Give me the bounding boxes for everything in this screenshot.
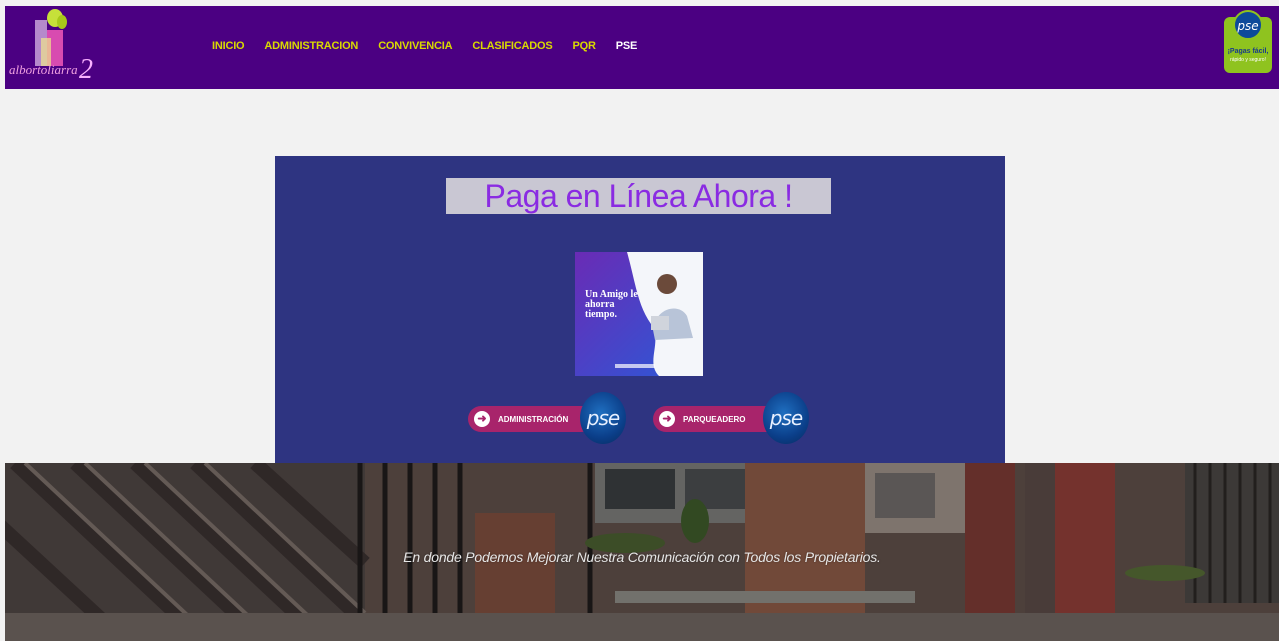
svg-text:¡Pagas fácil,: ¡Pagas fácil, xyxy=(1228,48,1269,55)
svg-text:albortoliarra: albortoliarra xyxy=(9,62,78,77)
title-box: Paga en Línea Ahora ! xyxy=(446,178,831,214)
hero-caption: En donde Podemos Mejorar Nuestra Comunic… xyxy=(403,549,881,565)
arrow-right-icon: ➜ xyxy=(659,411,675,427)
button-label: ADMINISTRACIÓN xyxy=(498,414,569,424)
nav-convivencia[interactable]: CONVIVENCIA xyxy=(378,40,452,52)
payment-panel: Paga en Línea Ahora ! Un Amigo le ahorra… xyxy=(275,156,1005,463)
hero-banner: En donde Podemos Mejorar Nuestra Comunic… xyxy=(5,463,1279,641)
main-nav: INICIO ADMINISTRACION CONVIVENCIA CLASIF… xyxy=(212,40,657,52)
nav-administracion[interactable]: ADMINISTRACION xyxy=(264,40,358,52)
pay-parqueadero-button[interactable]: ➜ PARQUEADERO pse xyxy=(653,392,813,448)
pse-badge[interactable]: pse ¡Pagas fácil, rápido y seguro! xyxy=(1222,9,1274,73)
nav-pse[interactable]: PSE xyxy=(616,40,638,52)
svg-text:2: 2 xyxy=(79,54,93,85)
nav-clasificados[interactable]: CLASIFICADOS xyxy=(472,40,552,52)
svg-text:pse: pse xyxy=(1236,19,1258,33)
pse-logo-icon: pse xyxy=(580,392,626,444)
community-logo[interactable]: albortoliarra 2 xyxy=(7,8,102,86)
button-label: PARQUEADERO xyxy=(683,414,746,424)
promo-text: Un Amigo le ahorra tiempo. xyxy=(585,289,638,320)
nav-inicio[interactable]: INICIO xyxy=(212,40,245,52)
button-pill: ➜ PARQUEADERO xyxy=(653,406,779,432)
top-header: albortoliarra 2 INICIO ADMINISTRACION CO… xyxy=(5,6,1279,89)
arrow-right-icon: ➜ xyxy=(474,411,490,427)
page-title: Paga en Línea Ahora ! xyxy=(484,178,793,214)
svg-text:rápido y seguro!: rápido y seguro! xyxy=(1230,57,1266,63)
pay-administracion-button[interactable]: ➜ ADMINISTRACIÓN pse xyxy=(468,392,628,448)
promo-image[interactable]: Un Amigo le ahorra tiempo. xyxy=(575,252,703,376)
pse-logo-icon: pse xyxy=(763,392,809,444)
button-pill: ➜ ADMINISTRACIÓN xyxy=(468,406,594,432)
nav-pqr[interactable]: PQR xyxy=(573,40,596,52)
